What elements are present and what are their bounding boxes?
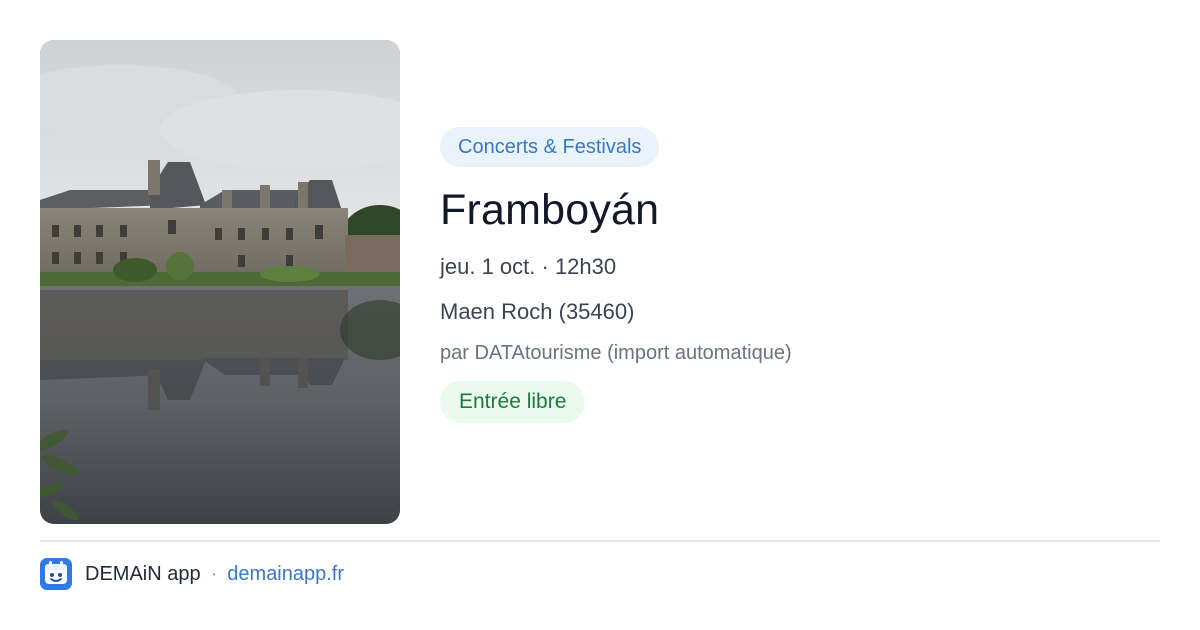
app-website-link[interactable]: demainapp.fr <box>227 563 344 586</box>
event-datetime: jeu. 1 oct. · 12h30 <box>440 254 617 279</box>
footer: DEMAiN app · demainapp.fr <box>40 558 344 590</box>
category-badge: Concerts & Festivals <box>440 127 660 167</box>
app-name: DEMAiN app <box>85 562 201 585</box>
demain-app-logo-icon <box>40 558 72 590</box>
event-title: Framboyán <box>440 186 660 234</box>
event-source: par DATAtourisme (import automatique) <box>440 342 792 364</box>
event-image <box>40 40 400 524</box>
price-badge: Entrée libre <box>440 381 586 423</box>
event-info: Concerts & Festivals Framboyán jeu. 1 oc… <box>440 127 1160 423</box>
event-location: Maen Roch (35460) <box>440 299 635 324</box>
footer-divider <box>40 540 1160 542</box>
footer-separator: · <box>210 562 218 585</box>
event-share-card: Concerts & Festivals Framboyán jeu. 1 oc… <box>0 0 1200 630</box>
